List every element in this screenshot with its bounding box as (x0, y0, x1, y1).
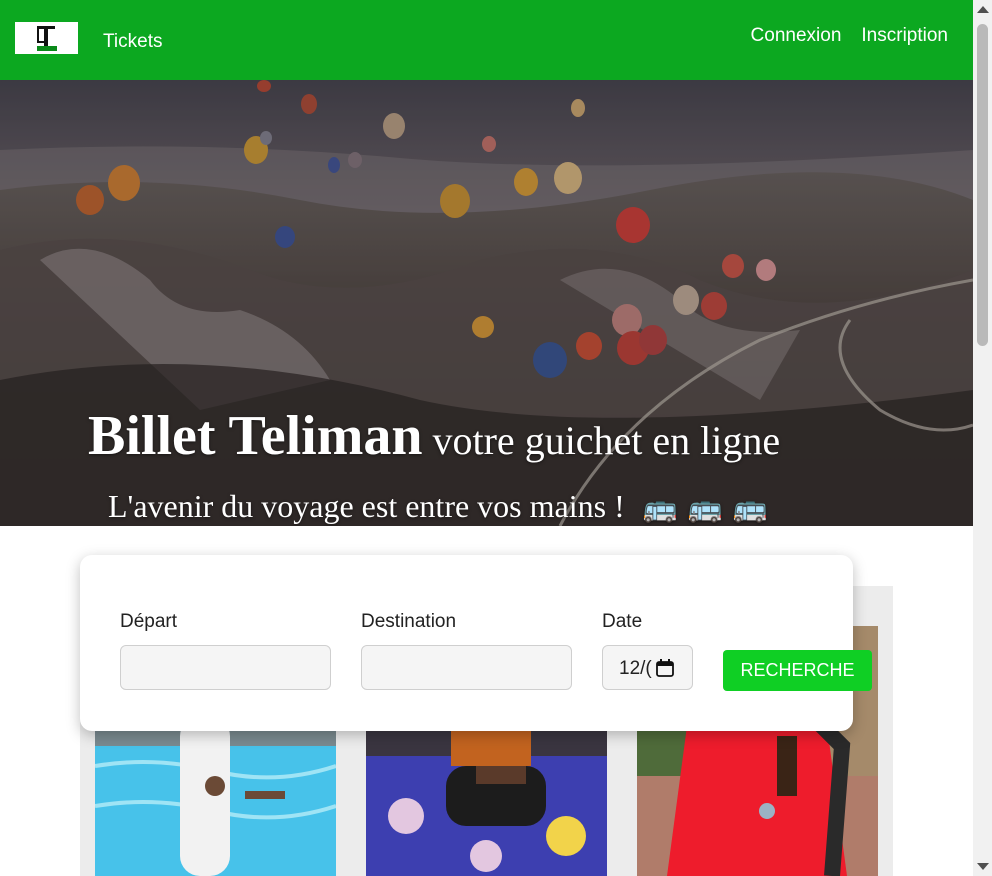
signup-link[interactable]: Inscription (861, 25, 948, 47)
ticket-search-form: Départ Destination Date 12/( RECHERCHE (80, 555, 872, 731)
depart-label: Départ (120, 611, 178, 632)
scroll-thumb[interactable] (977, 24, 988, 346)
scroll-down-icon[interactable] (977, 863, 989, 870)
logo-icon (36, 26, 57, 51)
page-scrollbar[interactable] (973, 0, 992, 876)
bus-icon: 🚌 (642, 493, 678, 524)
date-label: Date (602, 611, 643, 632)
hero-title-brand: Billet Teliman (88, 405, 423, 467)
calendar-icon[interactable] (656, 659, 674, 677)
top-navbar: Tickets Connexion Inscription (0, 0, 973, 80)
login-link[interactable]: Connexion (751, 25, 842, 47)
hero-title: Billet Teliman votre guichet en ligne (88, 404, 780, 468)
bus-icon: 🚌 (687, 493, 723, 524)
hero-banner: Billet Teliman votre guichet en ligne L'… (0, 80, 973, 526)
hero-subtitle-text: L'avenir du voyage est entre vos mains ! (108, 488, 625, 524)
brand-logo[interactable] (15, 22, 78, 54)
hero-title-tagline: votre guichet en ligne (422, 418, 781, 463)
nav-links: Connexion Inscription (751, 25, 948, 47)
search-button[interactable]: RECHERCHE (723, 650, 872, 691)
depart-input[interactable] (120, 645, 331, 690)
date-value: 12/( (619, 658, 652, 679)
date-input[interactable]: 12/( (602, 645, 693, 690)
brand-name[interactable]: Tickets (103, 31, 162, 53)
bus-icon: 🚌 (732, 493, 768, 524)
scroll-up-icon[interactable] (977, 6, 989, 13)
destination-input[interactable] (361, 645, 572, 690)
destination-label: Destination (361, 611, 457, 632)
hero-subtitle: L'avenir du voyage est entre vos mains !… (108, 488, 767, 525)
